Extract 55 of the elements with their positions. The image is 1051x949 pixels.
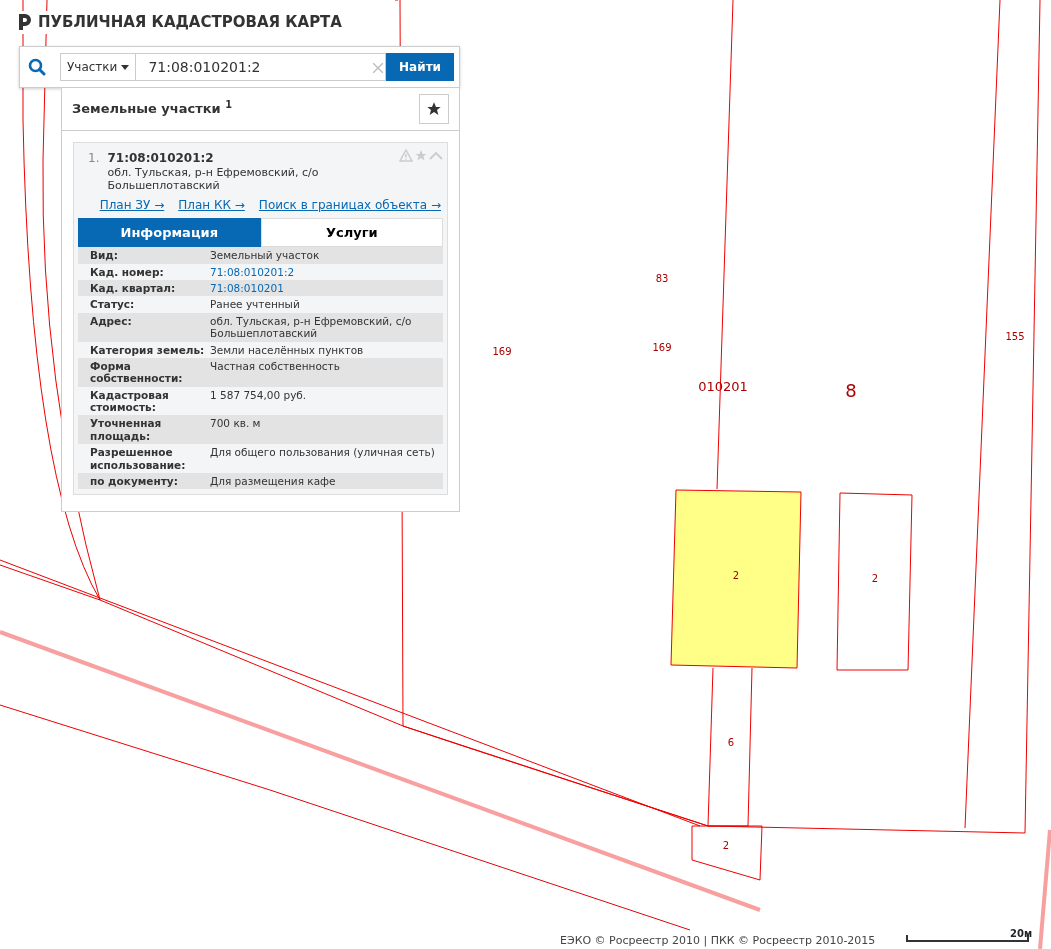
- field-label: Адрес:: [90, 314, 133, 329]
- search-field[interactable]: 71:08:010201:2: [135, 53, 387, 81]
- plan-link[interactable]: План ЗУ →: [99, 196, 165, 215]
- field-label: Статус:: [90, 298, 136, 311]
- scale-label: 20м: [1010, 927, 1033, 941]
- favorites-button[interactable]: [419, 94, 449, 124]
- field-value: Для общего пользования (уличная сеть): [210, 446, 435, 461]
- field-label: Форма собственности:: [90, 359, 184, 385]
- field-value: Земли населённых пунктов: [210, 343, 364, 356]
- parcel-label: 2: [732, 570, 740, 581]
- result-number: 1.: [88, 150, 100, 167]
- field-label: Кад. квартал:: [90, 282, 177, 295]
- parcel-label: 169: [652, 342, 672, 353]
- attribution-text: ЕЭКО © Росреестр 2010 | ПКК © Росреестр 2010-2015: [560, 933, 876, 949]
- result-address: обл. Тульская, р-н Ефремовский, с/о Большеплотавский: [107, 167, 320, 193]
- search-icon[interactable]: [28, 58, 46, 76]
- category-dropdown[interactable]: Участки: [60, 53, 136, 81]
- find-button[interactable]: Найти: [386, 53, 454, 81]
- parcel-label: 155: [1005, 331, 1025, 342]
- field-link[interactable]: 71:08:010201:2: [210, 265, 295, 279]
- parcel-label: 6: [727, 737, 735, 748]
- field-label: Категория земель:: [90, 343, 206, 356]
- tab[interactable]: Услуги: [260, 218, 443, 248]
- caret-icon: [121, 64, 130, 70]
- results-title: Земельные участки $^{1}$: [72, 99, 232, 119]
- cadastral-number: 71:08:010201:2: [107, 150, 215, 167]
- tab[interactable]: Информация: [78, 218, 261, 248]
- field-value: 700 кв. м: [210, 417, 261, 432]
- field-label: Кад. номер:: [90, 265, 165, 279]
- field-value: Земельный участок: [210, 249, 320, 262]
- field-value: Для размещения кафе: [210, 474, 336, 488]
- field-link[interactable]: 71:08:010201: [210, 282, 284, 295]
- clear-icon[interactable]: [373, 60, 383, 74]
- collapse-icon[interactable]: [429, 149, 443, 162]
- plan-link[interactable]: План КК →: [178, 196, 245, 215]
- field-label: Разрешенное использование:: [90, 446, 187, 471]
- field-value: 1 587 754,00 руб.: [210, 388, 307, 403]
- parcel-label: 169: [492, 346, 512, 357]
- field-label: Уточненная площадь:: [90, 417, 163, 443]
- field-value: Частная собственность: [210, 359, 340, 374]
- field-value: Ранее учтенный: [210, 298, 300, 311]
- parcel-label: 8: [845, 380, 857, 401]
- star-icon: [426, 101, 442, 117]
- parcel-label: 2: [871, 573, 879, 584]
- plan-link[interactable]: Поиск в границах объекта →: [258, 196, 441, 215]
- parcel-label: 83: [655, 273, 669, 284]
- field-label: по документу:: [90, 474, 179, 488]
- warning-icon[interactable]: [399, 149, 413, 162]
- parcel-label: 2: [722, 840, 730, 851]
- field-label: Кадастровая стоимость:: [90, 388, 170, 414]
- app-title: ПУБЛИЧНАЯ КАДАСТРОВАЯ КАРТА: [38, 12, 342, 33]
- logo-icon: [18, 13, 32, 32]
- field-value: обл. Тульская, р-н Ефремовский, с/о Большеплотавский: [210, 314, 413, 340]
- field-label: Вид:: [90, 249, 120, 262]
- star-icon[interactable]: [414, 149, 428, 162]
